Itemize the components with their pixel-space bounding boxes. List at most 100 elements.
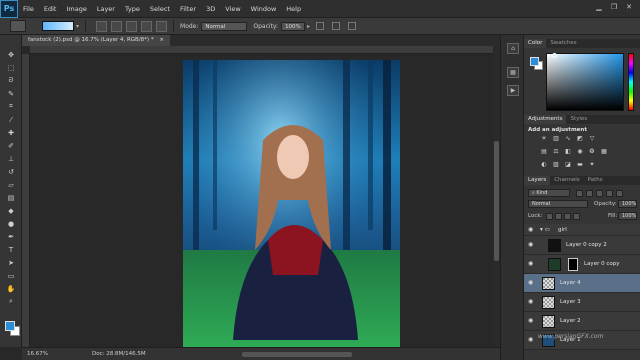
marquee-tool-icon[interactable]: ⬚ [5,63,17,72]
gradient-tool-icon[interactable]: ▤ [5,193,17,202]
healing-brush-tool-icon[interactable]: ✚ [5,128,17,137]
posterize-icon[interactable]: ▨ [552,161,560,168]
lock-all-icon[interactable] [573,213,580,220]
zoom-level[interactable]: 16.67% [27,351,48,357]
layer-kind-filter[interactable]: ⌕ Kind [528,189,570,197]
menu-type[interactable]: Type [120,5,145,13]
menu-3d[interactable]: 3D [201,5,220,13]
foreground-color-swatch[interactable] [5,321,15,331]
path-selection-tool-icon[interactable]: ➤ [5,258,17,267]
hue-saturation-icon[interactable]: ▤ [540,148,548,155]
layer-row[interactable]: ◉ Layer 2 [524,312,640,331]
dither-checkbox[interactable] [332,22,341,30]
visibility-eye-icon[interactable]: ◉ [528,261,536,267]
menu-view[interactable]: View [220,5,245,13]
shape-tool-icon[interactable]: ▭ [5,271,17,280]
angle-gradient-icon[interactable] [126,20,138,32]
layer-mask-thumbnail[interactable] [568,258,578,271]
transparency-checkbox[interactable] [348,22,357,30]
visibility-eye-icon[interactable]: ◉ [528,318,536,324]
visibility-eye-icon[interactable]: ◉ [528,299,536,305]
layer-row[interactable]: ◉ Layer 0 copy [524,255,640,274]
pen-tool-icon[interactable]: ✒ [5,232,17,241]
tab-layers[interactable]: Layers [524,176,551,185]
lock-transparency-icon[interactable] [546,213,553,220]
reverse-checkbox[interactable] [316,22,325,30]
quick-select-tool-icon[interactable]: ✎ [5,89,17,98]
curves-icon[interactable]: ∿ [564,135,572,142]
layer-row[interactable]: ◉ Layer 3 [524,293,640,312]
chevron-down-icon[interactable]: ▸ [307,23,310,30]
history-brush-tool-icon[interactable]: ↺ [5,167,17,176]
eraser-tool-icon[interactable]: ▱ [5,180,17,189]
shape-filter-icon[interactable] [606,190,613,197]
hand-tool-icon[interactable]: ✋ [5,284,17,293]
smart-object-filter-icon[interactable] [616,190,623,197]
tab-channels[interactable]: Channels [550,176,583,185]
layer-row-selected[interactable]: ◉ Layer 4 [524,274,640,293]
type-filter-icon[interactable] [596,190,603,197]
tab-color[interactable]: Color [524,39,547,48]
gradient-map-icon[interactable]: ▬ [576,161,584,168]
menu-layer[interactable]: Layer [92,5,120,13]
reflected-gradient-icon[interactable] [141,20,153,32]
visibility-eye-icon[interactable]: ◉ [528,242,536,248]
lock-position-icon[interactable] [564,213,571,220]
menu-file[interactable]: File [18,5,39,13]
tab-swatches[interactable]: Swatches [546,39,580,48]
clone-stamp-tool-icon[interactable]: ⊥ [5,154,17,163]
history-panel-icon[interactable]: ⌂ [507,43,519,54]
photo-filter-icon[interactable]: ◉ [576,148,584,155]
opacity-input[interactable]: 100% [281,21,306,31]
properties-panel-icon[interactable]: ▦ [507,67,519,78]
canvas-area[interactable] [30,54,493,347]
blur-tool-icon[interactable]: ◆ [5,206,17,215]
threshold-icon[interactable]: ◪ [564,161,572,168]
visibility-eye-icon[interactable]: ◉ [528,280,536,286]
menu-select[interactable]: Select [145,5,175,13]
channel-mixer-icon[interactable]: ❂ [588,148,596,155]
selective-color-icon[interactable]: ✦ [588,161,596,168]
linear-gradient-icon[interactable] [96,20,108,32]
color-picker-cursor[interactable] [552,53,557,58]
color-picker-field[interactable] [546,53,624,111]
black-white-icon[interactable]: ◧ [564,148,572,155]
menu-edit[interactable]: Edit [39,5,62,13]
visibility-eye-icon[interactable]: ◉ [528,337,536,343]
pixel-filter-icon[interactable] [576,190,583,197]
close-tab-icon[interactable]: × [159,37,164,43]
blend-mode-select[interactable]: Normal [528,200,588,208]
document-tab[interactable]: fanstock (2).psd @ 16.7% (Layer 4, RGB/8… [22,35,170,46]
menu-filter[interactable]: Filter [175,5,201,13]
levels-icon[interactable]: ▥ [552,135,560,142]
move-tool-icon[interactable]: ✥ [5,50,17,59]
color-balance-icon[interactable]: ⚖ [552,148,560,155]
color-lookup-icon[interactable]: ▦ [600,148,608,155]
panel-foreground-swatch[interactable] [530,57,539,66]
zoom-tool-icon[interactable]: ⌕ [5,297,17,306]
tab-paths[interactable]: Paths [584,176,607,185]
radial-gradient-icon[interactable] [111,20,123,32]
minimize-icon[interactable]: ▁ [593,3,605,14]
adjustment-filter-icon[interactable] [586,190,593,197]
vertical-scrollbar[interactable] [493,46,500,347]
layer-group-row[interactable]: ◉ ▾ ▭ girl [524,224,640,236]
menu-help[interactable]: Help [281,5,306,13]
exposure-icon[interactable]: ◩ [576,135,584,142]
vertical-scroll-thumb[interactable] [494,141,499,261]
lock-image-icon[interactable] [555,213,562,220]
close-icon[interactable]: ✕ [623,3,635,14]
invert-icon[interactable]: ◐ [540,161,548,168]
fill-input[interactable]: 100% [618,212,637,220]
brightness-icon[interactable]: ☀ [540,135,548,142]
chevron-down-icon[interactable]: ▾ [76,23,79,30]
tool-preset-picker[interactable] [10,20,26,32]
diamond-gradient-icon[interactable] [156,20,168,32]
gradient-preview[interactable] [42,21,74,31]
lasso-tool-icon[interactable]: ᘐ [5,76,17,85]
actions-panel-icon[interactable]: ▶ [507,85,519,96]
hue-slider[interactable] [628,53,634,111]
menu-image[interactable]: Image [61,5,91,13]
type-tool-icon[interactable]: T [5,245,17,254]
restore-icon[interactable]: ❐ [608,3,620,14]
